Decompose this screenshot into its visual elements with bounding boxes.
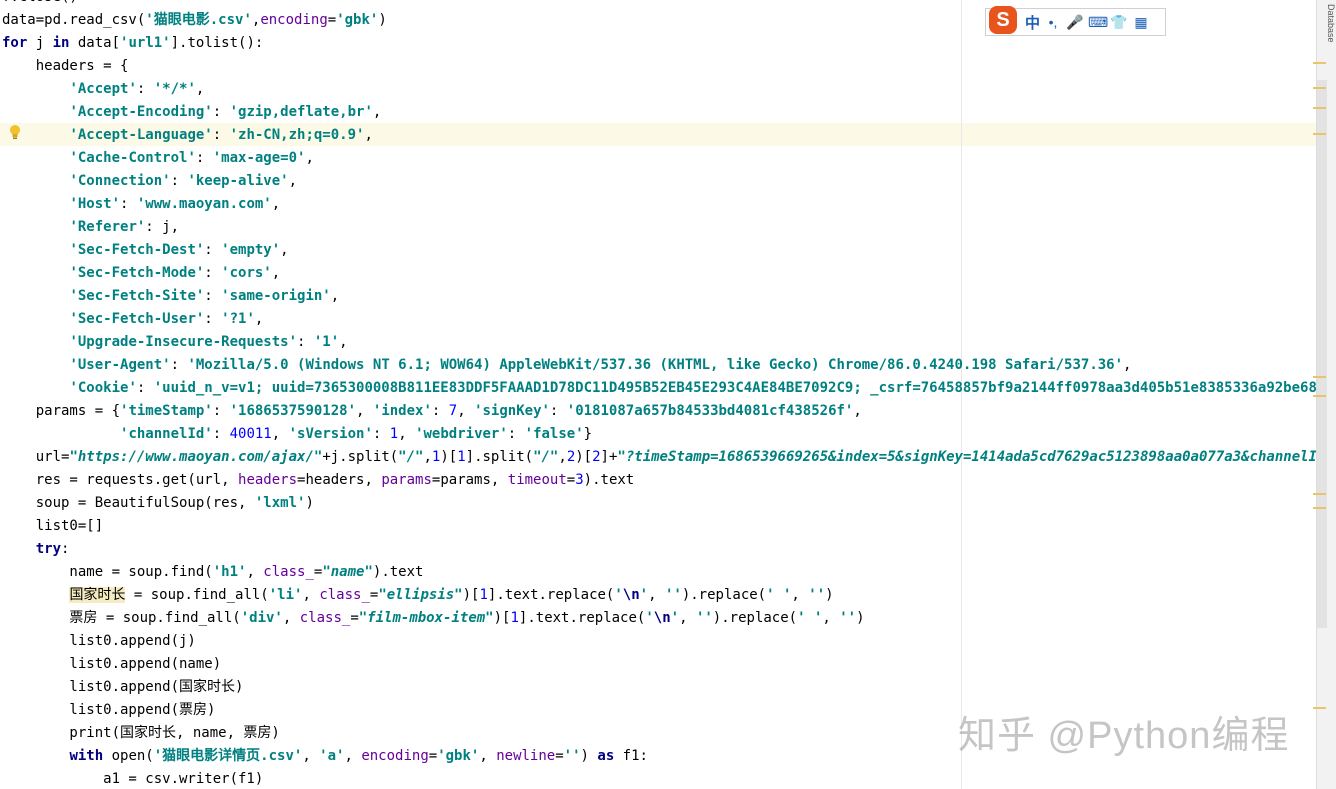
code-line[interactable]: headers = { xyxy=(2,55,1316,78)
code-line[interactable]: 国家时长 = soup.find_all('li', class_="ellip… xyxy=(2,584,1316,607)
code-line[interactable]: list0.append(j) xyxy=(2,630,1316,653)
error-stripe-mark[interactable] xyxy=(1313,507,1326,509)
error-stripe-mark[interactable] xyxy=(1313,107,1326,109)
code-line[interactable]: try: xyxy=(2,538,1316,561)
code-line[interactable]: a1 = csv.writer(f1) xyxy=(2,768,1316,789)
code-line[interactable]: 'Sec-Fetch-Mode': 'cors', xyxy=(2,262,1316,285)
database-tool-tab[interactable]: Database xyxy=(1327,4,1336,94)
code-line[interactable]: list0=[] xyxy=(2,515,1316,538)
code-editor[interactable]: f.close()data=pd.read_csv('猫眼电影.csv',enc… xyxy=(0,0,1316,789)
code-line[interactable]: 'Referer': j, xyxy=(2,216,1316,239)
code-line[interactable]: 'Sec-Fetch-Dest': 'empty', xyxy=(2,239,1316,262)
error-stripe-mark[interactable] xyxy=(1313,707,1326,709)
punctuation-icon[interactable]: •, xyxy=(1044,14,1062,30)
sogou-logo-icon[interactable]: S xyxy=(989,6,1017,34)
code-line[interactable]: 'Accept': '*/*', xyxy=(2,78,1316,101)
toolbox-grid-icon[interactable]: ▦ xyxy=(1132,14,1150,31)
code-line[interactable]: 'Host': 'www.maoyan.com', xyxy=(2,193,1316,216)
code-line[interactable]: 'Upgrade-Insecure-Requests': '1', xyxy=(2,331,1316,354)
keyboard-icon[interactable]: ⌨ xyxy=(1088,14,1108,31)
error-stripe-mark[interactable] xyxy=(1313,62,1326,64)
code-line[interactable]: 'Sec-Fetch-Site': 'same-origin', xyxy=(2,285,1316,308)
code-line[interactable]: 'Connection': 'keep-alive', xyxy=(2,170,1316,193)
code-line[interactable]: 'Cookie': 'uuid_n_v=v1; uuid=7365300008B… xyxy=(2,377,1316,400)
ime-toolbar[interactable]: S 中 •, 🎤 ⌨ 👕 ▦ xyxy=(985,6,1166,36)
code-line[interactable]: 'Sec-Fetch-User': '?1', xyxy=(2,308,1316,331)
skin-shirt-icon[interactable]: 👕 xyxy=(1110,14,1128,31)
watermark: 知乎 @Python编程 xyxy=(958,715,1290,757)
code-line[interactable]: list0.append(国家时长) xyxy=(2,676,1316,699)
code-line[interactable]: url="https://www.maoyan.com/ajax/"+j.spl… xyxy=(2,446,1316,469)
error-stripe-mark[interactable] xyxy=(1313,493,1326,495)
code-line[interactable]: name = soup.find('h1', class_="name").te… xyxy=(2,561,1316,584)
error-stripe-mark[interactable] xyxy=(1313,395,1326,397)
microphone-icon[interactable]: 🎤 xyxy=(1066,14,1084,31)
code-line[interactable]: 'Cache-Control': 'max-age=0', xyxy=(2,147,1316,170)
vertical-scrollbar-thumb[interactable] xyxy=(1317,80,1327,628)
code-line[interactable]: 'channelId': 40011, 'sVersion': 1, 'webd… xyxy=(2,423,1316,446)
code-line[interactable]: 'Accept-Encoding': 'gzip,deflate,br', xyxy=(2,101,1316,124)
code-line[interactable]: soup = BeautifulSoup(res, 'lxml') xyxy=(2,492,1316,515)
error-stripe-mark[interactable] xyxy=(1313,376,1326,378)
code-line[interactable]: 'User-Agent': 'Mozilla/5.0 (Windows NT 6… xyxy=(2,354,1316,377)
code-line[interactable]: 票房 = soup.find_all('div', class_="film-m… xyxy=(2,607,1316,630)
error-stripe-mark[interactable] xyxy=(1313,133,1326,135)
code-text[interactable]: f.close()data=pd.read_csv('猫眼电影.csv',enc… xyxy=(2,0,1316,789)
error-stripe-mark[interactable] xyxy=(1313,87,1326,89)
code-line[interactable]: 'Accept-Language': 'zh-CN,zh;q=0.9', xyxy=(2,124,1316,147)
code-line[interactable]: list0.append(name) xyxy=(2,653,1316,676)
code-line[interactable]: params = {'timeStamp': '1686537590128', … xyxy=(2,400,1316,423)
ime-mode-toggle[interactable]: 中 xyxy=(1025,12,1040,33)
code-line[interactable]: res = requests.get(url, headers=headers,… xyxy=(2,469,1316,492)
